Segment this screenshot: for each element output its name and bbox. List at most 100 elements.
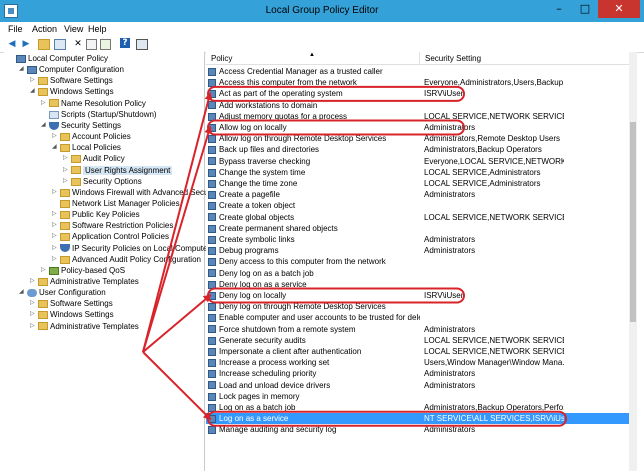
policy-row[interactable]: Impersonate a client after authenticatio… (206, 346, 636, 357)
properties-icon[interactable] (86, 39, 97, 50)
tree-item[interactable]: ▷ Name Resolution Policy (41, 98, 146, 109)
column-header-policy[interactable]: Policy ▲ (206, 52, 420, 65)
policy-row[interactable]: Deny access to this computer from the ne… (206, 256, 636, 267)
tree-item[interactable]: ▷ Policy-based QoS (41, 265, 125, 276)
expand-arrow-icon[interactable]: ▷ (30, 309, 38, 320)
policy-row[interactable]: Bypass traverse checking Everyone,LOCAL S… (206, 156, 636, 167)
expand-arrow-icon[interactable]: ▷ (63, 153, 71, 164)
scrollbar-thumb[interactable] (630, 122, 636, 322)
tree-item[interactable]: ◢ Security Settings (41, 120, 121, 131)
vertical-scrollbar[interactable] (629, 52, 637, 471)
menu-view[interactable]: View (64, 24, 83, 34)
policy-row[interactable]: Deny log on as a service (206, 279, 636, 290)
policy-row[interactable]: Log on as a batch job Administrators,Back… (206, 402, 636, 413)
tree-item[interactable]: ▷ Windows Settings (30, 309, 114, 320)
expand-arrow-icon[interactable]: ▷ (52, 220, 60, 231)
expand-arrow-icon[interactable]: ▷ (52, 254, 60, 265)
tree-item[interactable]: ▷ Windows Firewall with Advanced Security (52, 187, 219, 198)
policy-row[interactable]: Lock pages in memory (206, 391, 636, 402)
expand-arrow-icon[interactable]: ▷ (30, 75, 38, 86)
export-icon[interactable] (100, 39, 111, 50)
tree-item[interactable]: ▷ Application Control Policies (52, 231, 169, 242)
expand-arrow-icon[interactable]: ▷ (52, 231, 60, 242)
expand-arrow-icon[interactable]: ▷ (30, 276, 38, 287)
folder-up-icon[interactable] (38, 39, 50, 50)
policy-row[interactable]: Enable computer and user accounts to be … (206, 312, 636, 323)
policy-row[interactable]: Create a pagefile Administrators (206, 189, 636, 200)
policy-row[interactable]: Create symbolic links Administrators (206, 234, 636, 245)
tree-item[interactable]: ▷ Software Restriction Policies (52, 220, 173, 231)
tree-item[interactable]: ▷ Software Settings (30, 298, 113, 309)
tree-item[interactable]: ▷ Account Policies (52, 131, 131, 142)
tree-item[interactable]: ▷ Advanced Audit Policy Configuration (52, 254, 201, 265)
column-header-security-setting[interactable]: Security Setting (420, 52, 636, 65)
policy-row[interactable]: Force shutdown from a remote system Admin… (206, 324, 636, 335)
help-icon[interactable]: ? (120, 38, 130, 48)
tree-item[interactable]: ▷ Software Settings (30, 75, 113, 86)
expand-arrow-icon[interactable]: ▷ (30, 298, 38, 309)
policy-row[interactable]: Deny log on through Remote Desktop Servi… (206, 301, 636, 312)
tree-item[interactable]: Local Computer Policy (8, 53, 108, 64)
back-icon[interactable]: ◀ (6, 38, 18, 50)
policy-row[interactable]: Manage auditing and security log Administ… (206, 424, 636, 435)
policy-row[interactable]: Load and unload device drivers Administra… (206, 380, 636, 391)
maximize-button[interactable]: □ (572, 0, 598, 18)
tree-item[interactable]: ▷ Public Key Policies (52, 209, 140, 220)
console-icon[interactable] (136, 39, 148, 50)
policy-row[interactable]: Access this computer from the network Eve… (206, 77, 636, 88)
policy-row[interactable]: Debug programs Administrators (206, 245, 636, 256)
expand-arrow-icon[interactable]: ▷ (41, 98, 49, 109)
expand-arrow-icon[interactable]: ▷ (52, 209, 60, 220)
policy-row[interactable]: Log on as a service NT SERVICE\ALL SERVIC… (206, 413, 636, 425)
menu-action[interactable]: Action (32, 24, 57, 34)
expand-arrow-icon[interactable]: ▷ (30, 321, 38, 332)
expand-arrow-icon[interactable]: ▷ (52, 243, 60, 254)
minimize-button[interactable]: – (546, 0, 572, 18)
policy-row[interactable]: Increase a process working set Users,Wind… (206, 357, 636, 368)
expand-arrow-icon[interactable]: ▷ (63, 176, 71, 187)
expand-arrow-icon[interactable]: ▷ (41, 265, 49, 276)
tree-item[interactable]: ◢ User Configuration (19, 287, 106, 298)
expand-arrow-icon[interactable]: ▷ (52, 187, 60, 198)
policy-row[interactable]: Change the time zone LOCAL SERVICE,Admini… (206, 178, 636, 189)
tree-item[interactable]: ◢ Computer Configuration (19, 64, 124, 75)
policy-row[interactable]: Deny log on as a batch job (206, 268, 636, 279)
collapse-arrow-icon[interactable]: ◢ (52, 142, 60, 153)
close-button[interactable]: ✕ (598, 0, 640, 18)
policy-row[interactable]: Generate security audits LOCAL SERVICE,NE… (206, 335, 636, 346)
tree-item[interactable]: ◢ Windows Settings (30, 86, 114, 97)
menu-file[interactable]: File (8, 24, 23, 34)
collapse-arrow-icon[interactable]: ◢ (41, 120, 49, 131)
policy-row[interactable]: Deny log on locally ISRV\iUser (206, 290, 636, 301)
collapse-arrow-icon[interactable]: ◢ (19, 287, 27, 298)
policy-row[interactable]: Create a token object (206, 200, 636, 211)
tree-item[interactable]: Network List Manager Policies (52, 198, 180, 209)
expand-arrow-icon[interactable]: ▷ (52, 131, 60, 142)
show-hide-tree-icon[interactable] (54, 39, 66, 50)
collapse-arrow-icon[interactable]: ◢ (30, 86, 38, 97)
policy-row[interactable]: Adjust memory quotas for a process LOCAL … (206, 111, 636, 122)
forward-icon[interactable]: ▶ (20, 38, 32, 50)
policy-row[interactable]: Allow log on locally Administrators (206, 122, 636, 133)
policy-row[interactable]: Create global objects LOCAL SERVICE,NETWO… (206, 212, 636, 223)
tree-item[interactable]: ◢ Local Policies (52, 142, 121, 153)
delete-icon[interactable]: ✕ (72, 38, 84, 50)
policy-row[interactable]: Back up files and directories Administrat… (206, 144, 636, 155)
tree-item[interactable]: Scripts (Startup/Shutdown) (41, 109, 157, 120)
policy-row[interactable]: Add workstations to domain (206, 100, 636, 111)
policy-row[interactable]: Act as part of the operating system ISRV\… (206, 88, 636, 99)
policy-row[interactable]: Increase scheduling priority Administrato… (206, 368, 636, 379)
tree-item[interactable]: ▷ Administrative Templates (30, 276, 139, 287)
policy-row[interactable]: Change the system time LOCAL SERVICE,Admi… (206, 167, 636, 178)
menu-help[interactable]: Help (88, 24, 107, 34)
tree-item[interactable]: ▷ IP Security Policies on Local Computer (52, 243, 210, 254)
tree-item[interactable]: ▷ Administrative Templates (30, 321, 139, 332)
policy-row[interactable]: Create permanent shared objects (206, 223, 636, 234)
expand-arrow-icon[interactable]: ▷ (63, 165, 71, 176)
policy-row[interactable]: Allow log on through Remote Desktop Serv… (206, 133, 636, 144)
collapse-arrow-icon[interactable]: ◢ (19, 64, 27, 75)
tree-item[interactable]: ▷ Security Options (63, 176, 142, 187)
tree-item[interactable]: ▷ User Rights Assignment (63, 165, 173, 176)
tree-item[interactable]: ▷ Audit Policy (63, 153, 125, 164)
policy-row[interactable]: Access Credential Manager as a trusted c… (206, 66, 636, 77)
